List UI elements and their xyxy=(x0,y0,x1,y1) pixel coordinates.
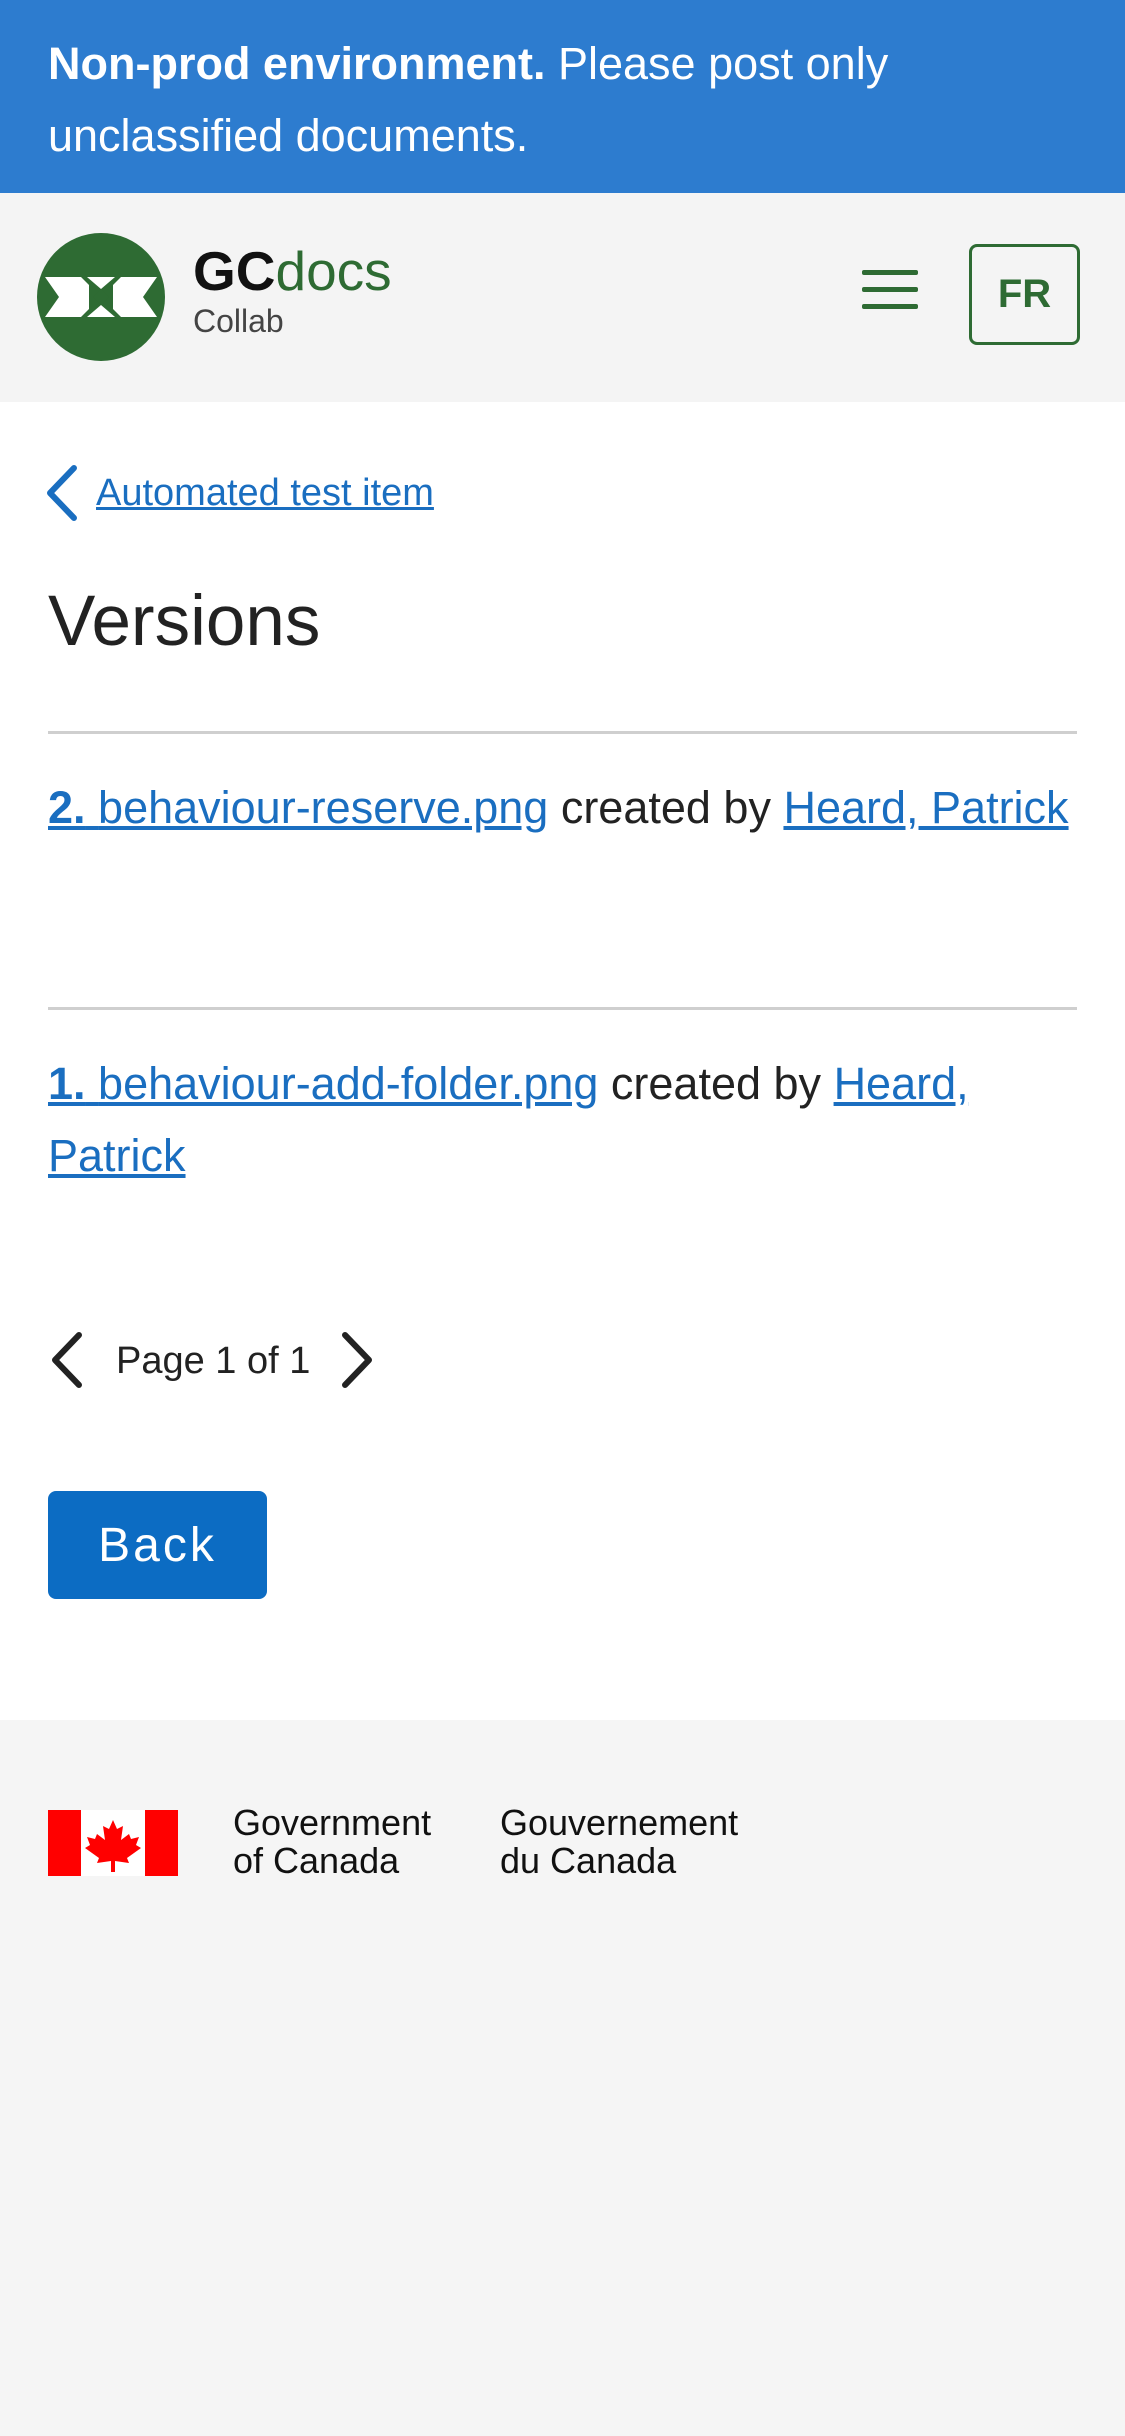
gcdocs-logo-icon[interactable] xyxy=(37,233,165,361)
hamburger-menu-icon-bar xyxy=(862,303,918,309)
divider xyxy=(48,731,1077,734)
site-footer: Government of Canada Gouvernement du Can… xyxy=(0,1720,1125,2436)
next-page-button[interactable] xyxy=(336,1329,380,1393)
chevron-left-icon xyxy=(52,1331,82,1388)
version-item: 1. behaviour-add-folder.png created by H… xyxy=(48,1048,1077,1192)
version-item: 2. behaviour-reserve.png created by Hear… xyxy=(48,772,1077,844)
version-number: 2. xyxy=(48,782,86,833)
brand-wordmark[interactable]: GCdocs Collab xyxy=(193,241,392,339)
chevron-left-icon[interactable] xyxy=(44,464,78,522)
banner-bold-text: Non-prod environment. xyxy=(48,38,546,89)
gov-fr-line1: Gouvernement xyxy=(500,1802,739,1843)
breadcrumb: Automated test item xyxy=(44,464,434,522)
version-file-link[interactable]: 1. behaviour-add-folder.png xyxy=(48,1058,598,1109)
previous-page-button[interactable] xyxy=(44,1329,88,1393)
gov-fr-line2: du Canada xyxy=(500,1840,677,1881)
hamburger-menu-icon-bar xyxy=(862,286,918,292)
version-file-name: behaviour-add-folder.png xyxy=(98,1058,599,1109)
gouvernement-du-canada-wordmark: Gouvernement du Canada xyxy=(500,1804,738,1880)
gov-en-line2: of Canada xyxy=(233,1840,400,1881)
canada-flag-icon xyxy=(48,1810,178,1876)
language-toggle-button[interactable]: FR xyxy=(969,244,1080,345)
breadcrumb-link[interactable]: Automated test item xyxy=(96,472,434,515)
created-by-label: created by xyxy=(598,1058,834,1109)
site-header: GCdocs Collab FR xyxy=(0,193,1125,402)
page-indicator: Page 1 of 1 xyxy=(116,1339,311,1382)
version-author-link[interactable]: Heard, Patrick xyxy=(783,782,1068,833)
brand-subtitle: Collab xyxy=(193,303,284,339)
main-content: Automated test item Versions 2. behaviou… xyxy=(0,402,1125,1720)
government-of-canada-wordmark: Government of Canada xyxy=(233,1804,431,1880)
pagination: Page 1 of 1 xyxy=(44,1326,380,1396)
version-file-name: behaviour-reserve.png xyxy=(98,782,549,833)
brand-title: GCdocs xyxy=(193,241,392,301)
version-file-link[interactable]: 2. behaviour-reserve.png xyxy=(48,782,548,833)
environment-banner: Non-prod environment. Please post only u… xyxy=(0,0,1125,193)
chevron-right-icon xyxy=(342,1331,373,1388)
page-title: Versions xyxy=(48,582,321,661)
created-by-label: created by xyxy=(548,782,784,833)
brand-docs: docs xyxy=(275,240,392,302)
divider xyxy=(48,1007,1077,1010)
hamburger-menu-icon xyxy=(862,269,918,275)
brand-gc: GC xyxy=(193,240,276,302)
gov-en-line1: Government xyxy=(233,1802,432,1843)
back-button[interactable]: Back xyxy=(48,1491,267,1599)
version-number: 1. xyxy=(48,1058,86,1109)
menu-button[interactable] xyxy=(858,265,922,325)
